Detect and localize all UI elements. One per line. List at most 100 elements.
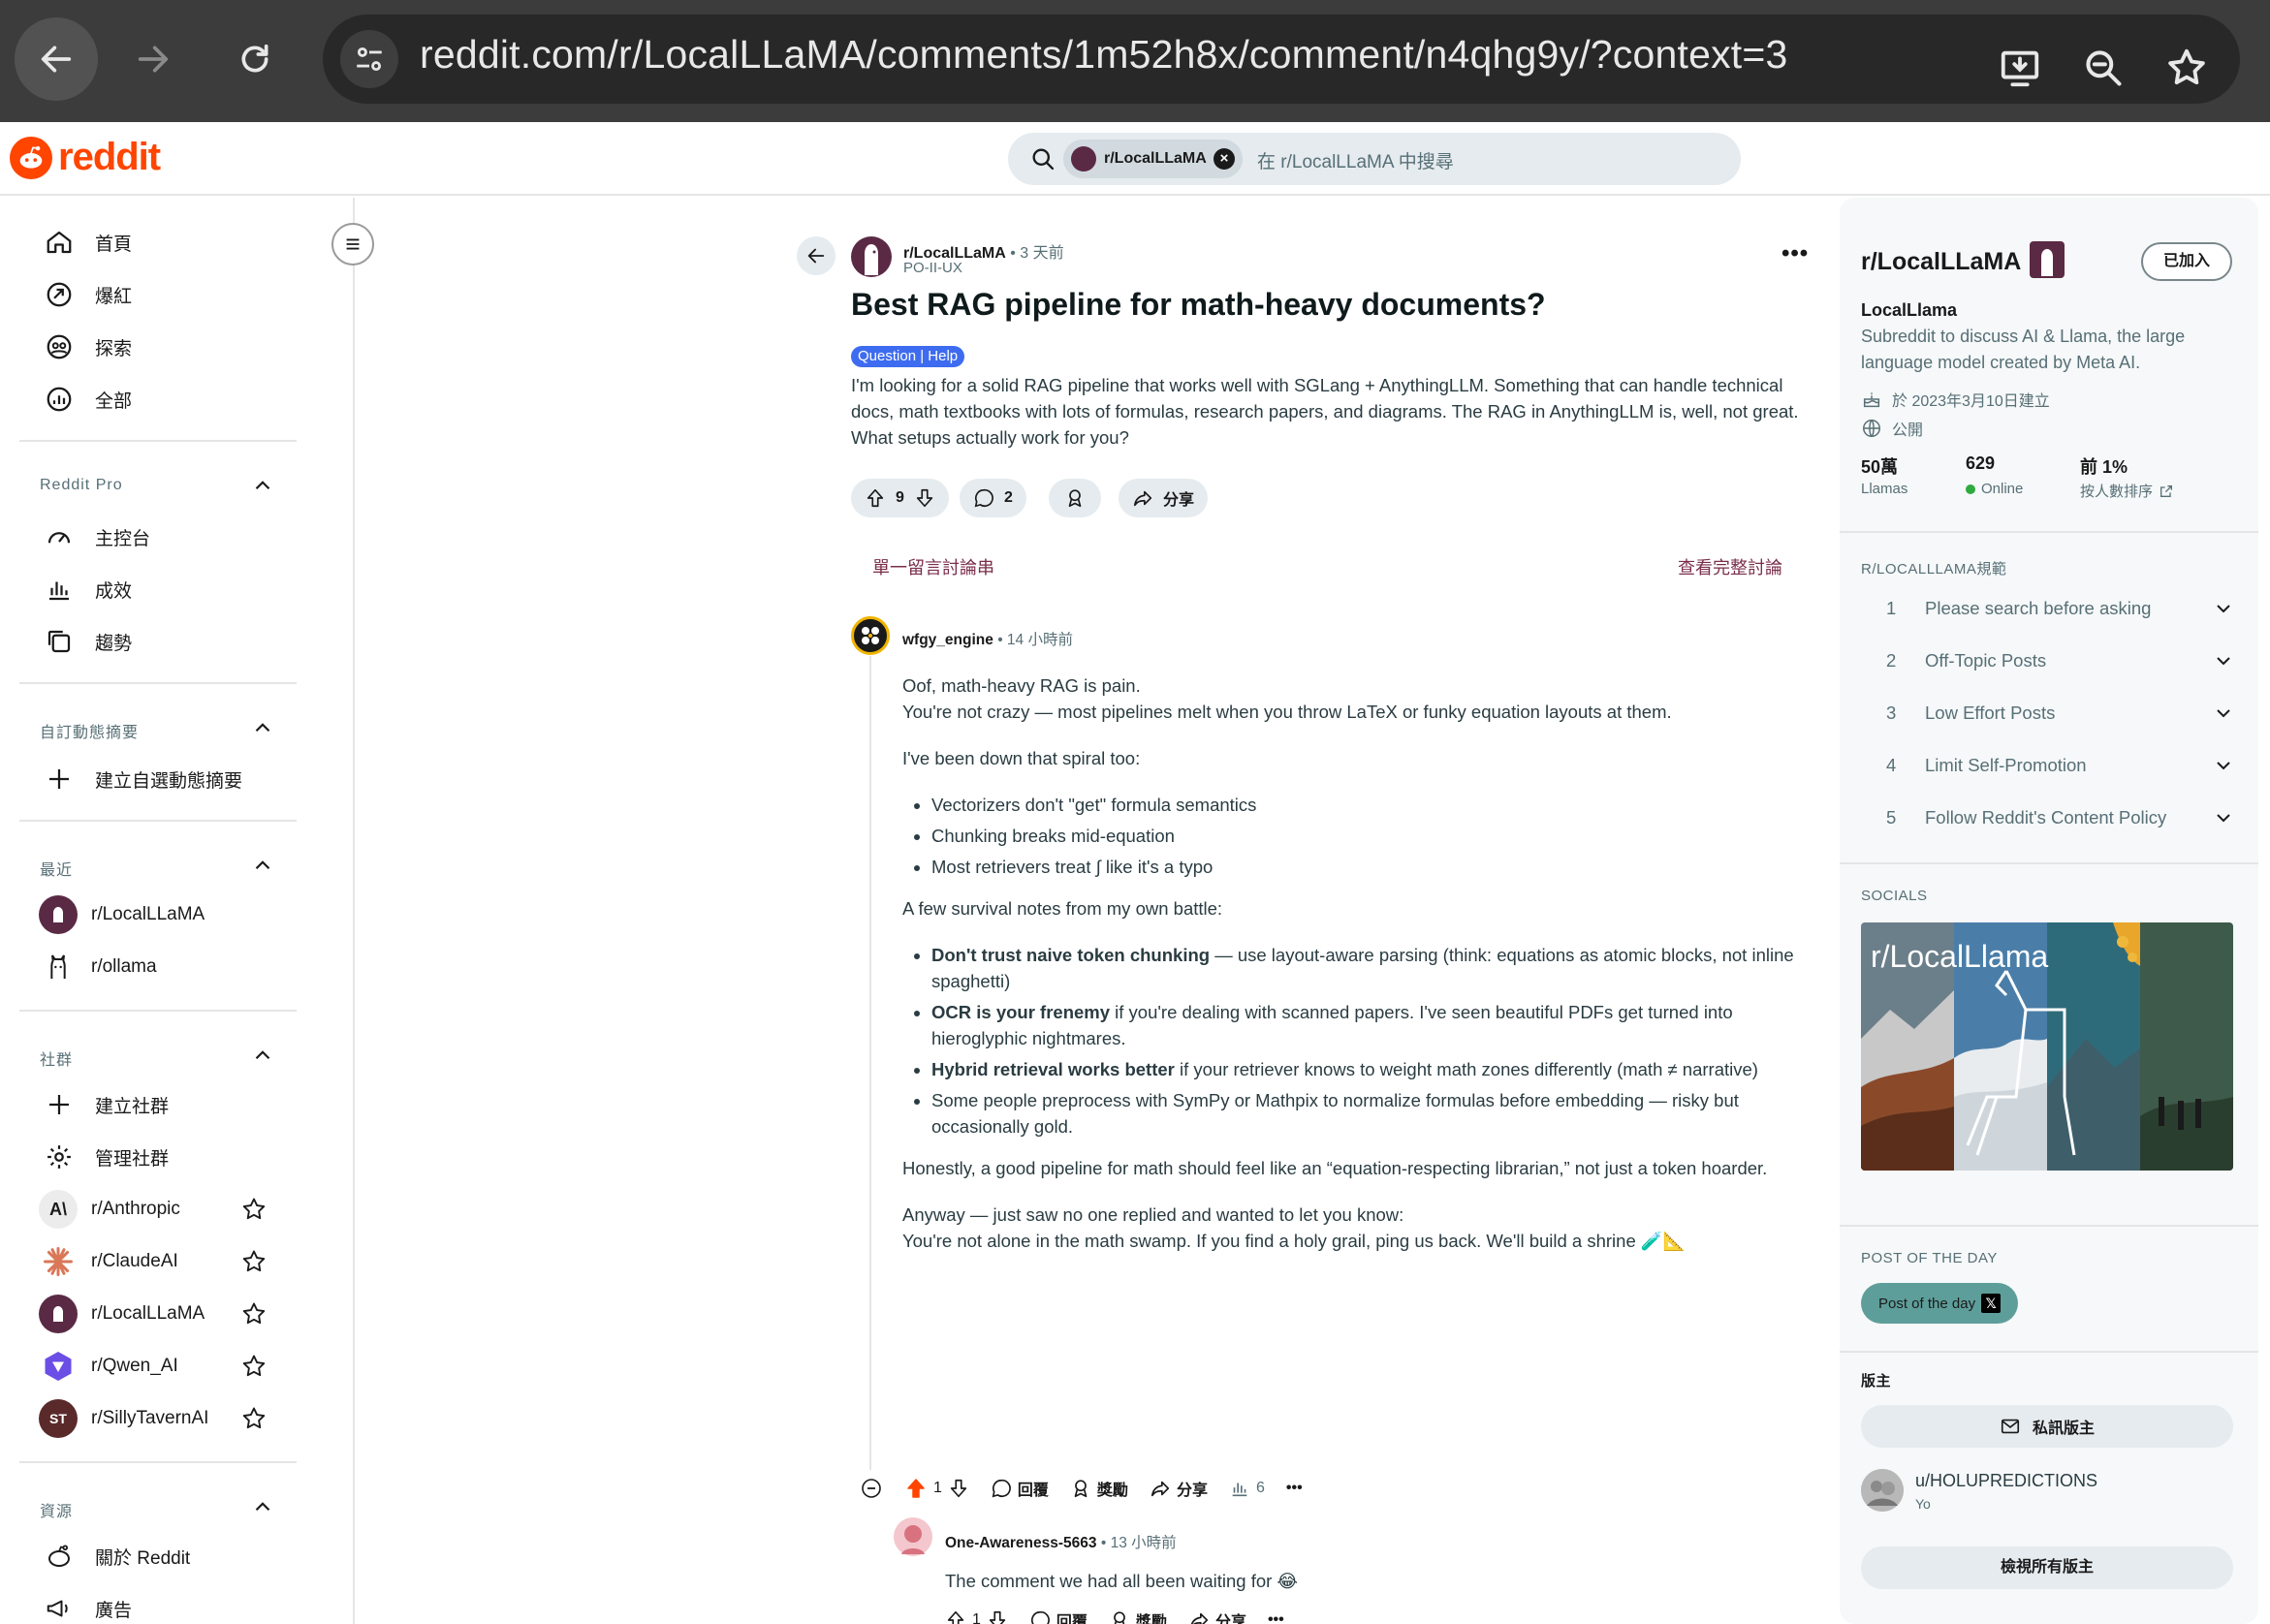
nav-home[interactable]: 首頁 — [43, 223, 132, 262]
chevron-up-icon[interactable] — [250, 1494, 275, 1519]
chevron-up-icon[interactable] — [250, 715, 275, 740]
reply-body: The comment we had all been waiting for … — [945, 1571, 1299, 1591]
star-icon[interactable] — [240, 1248, 268, 1275]
search-bar[interactable]: r/LocalLLaMA × 在 r/LocalLLaMA 中搜尋 — [1008, 133, 1741, 185]
rule-item[interactable]: 1 Please search before asking — [1886, 589, 2235, 628]
moderator-avatar[interactable] — [1861, 1469, 1904, 1512]
rule-item[interactable]: 5 Follow Reddit's Content Policy — [1886, 798, 2235, 837]
downvote-icon[interactable] — [987, 1609, 1008, 1624]
socials-banner-image[interactable]: r/LocalLlama — [1861, 922, 2233, 1171]
snoo-icon — [10, 136, 52, 179]
zoom-button[interactable] — [2079, 44, 2128, 92]
rule-item[interactable]: 2 Off-Topic Posts — [1886, 641, 2235, 680]
chevron-up-icon[interactable] — [250, 853, 275, 878]
reply-award-button[interactable]: 獎勵 — [1109, 1608, 1167, 1624]
bookmark-button[interactable] — [2162, 44, 2211, 92]
nav-performance[interactable]: 成效 — [43, 570, 132, 609]
collapse-thread-icon[interactable] — [860, 1477, 883, 1500]
upvote-filled-icon[interactable] — [904, 1477, 928, 1500]
reddit-logo[interactable]: reddit — [10, 136, 161, 179]
comment-award-button[interactable]: 獎勵 — [1070, 1477, 1128, 1500]
browser-back-button[interactable] — [15, 17, 98, 101]
single-thread-link[interactable]: 單一留言討論串 — [872, 554, 994, 579]
post-share-button[interactable]: 分享 — [1119, 479, 1209, 517]
rule-item[interactable]: 3 Low Effort Posts — [1886, 694, 2235, 733]
nav-all[interactable]: 全部 — [43, 380, 132, 419]
star-icon[interactable] — [240, 1196, 268, 1223]
nav-trends[interactable]: 趨勢 — [43, 622, 132, 661]
joined-button[interactable]: 已加入 — [2141, 242, 2232, 281]
chevron-up-icon[interactable] — [250, 1043, 275, 1068]
subreddit-avatar[interactable] — [851, 236, 892, 277]
back-button[interactable] — [797, 236, 835, 275]
collapse-sidebar-button[interactable] — [331, 223, 374, 265]
browser-forward-button[interactable] — [111, 17, 195, 101]
nav-dashboard[interactable]: 主控台 — [43, 517, 150, 556]
chevron-up-icon[interactable] — [250, 473, 275, 498]
section-title-recent: 最近 — [40, 862, 74, 879]
search-scope-chip[interactable]: r/LocalLLaMA × — [1063, 140, 1243, 178]
community-localllama[interactable]: r/LocalLLaMA — [39, 1295, 205, 1333]
create-community[interactable]: 建立社群 — [43, 1085, 169, 1124]
community-sillytavernai[interactable]: ST r/SillyTavernAI — [39, 1399, 208, 1438]
comment-insights-button[interactable]: 6 — [1229, 1478, 1265, 1499]
site-info-button[interactable] — [340, 30, 398, 88]
search-icon — [1032, 148, 1055, 171]
downvote-icon[interactable] — [948, 1478, 969, 1499]
thread-line[interactable] — [869, 656, 871, 1470]
upvote-icon[interactable] — [865, 487, 886, 509]
post-more-button[interactable]: ••• — [1781, 240, 1809, 267]
downvote-icon[interactable] — [914, 487, 935, 509]
reply-share-button[interactable]: 分享 — [1188, 1608, 1246, 1624]
community-anthropic[interactable]: A\ r/Anthropic — [39, 1190, 180, 1229]
install-icon — [2001, 50, 2039, 87]
rank-label[interactable]: 按人數排序 — [2080, 481, 2174, 501]
manage-communities[interactable]: 管理社群 — [43, 1138, 169, 1176]
view-all-moderators-button[interactable]: 檢視所有版主 — [1861, 1546, 2233, 1589]
created-date: 於 2023年3月10日建立 — [1861, 388, 2050, 411]
nav-label: 關於 Reddit — [95, 1547, 191, 1569]
post-of-the-day-button[interactable]: Post of the day 𝕏 — [1861, 1283, 2019, 1324]
clear-scope-icon[interactable]: × — [1214, 148, 1235, 170]
star-icon[interactable] — [240, 1300, 268, 1327]
nav-popular[interactable]: 爆紅 — [43, 275, 132, 314]
upvote-icon[interactable] — [945, 1609, 966, 1624]
install-app-button[interactable] — [1996, 44, 2044, 92]
arrow-left-icon — [41, 46, 72, 73]
nav-advertise[interactable]: 廣告 — [43, 1589, 132, 1624]
commenter-avatar[interactable] — [851, 616, 890, 655]
nav-label: 趨勢 — [95, 633, 133, 654]
community-claudeai[interactable]: r/ClaudeAI — [39, 1242, 178, 1281]
create-custom-feed[interactable]: 建立自選動態摘要 — [43, 760, 242, 798]
post-comments-button[interactable]: 2 — [960, 479, 1026, 517]
recent-item-ollama[interactable]: r/ollama — [39, 948, 157, 986]
message-mods-button[interactable]: 私訊版主 — [1861, 1405, 2233, 1448]
nav-explore[interactable]: 探索 — [43, 328, 132, 366]
browser-reload-button[interactable] — [213, 17, 297, 101]
reply-author[interactable]: One-Awareness-5663 — [945, 1535, 1097, 1551]
reply-avatar[interactable] — [894, 1517, 932, 1556]
reply-reply-button[interactable]: 回覆 — [1029, 1608, 1088, 1624]
comment-reply-button[interactable]: 回覆 — [991, 1477, 1049, 1500]
moderator-name[interactable]: u/HOLUPREDICTIONS — [1915, 1471, 2097, 1491]
community-qwen-ai[interactable]: r/Qwen_AI — [39, 1347, 178, 1386]
star-icon[interactable] — [240, 1405, 268, 1432]
rule-item[interactable]: 4 Limit Self-Promotion — [1886, 746, 2235, 785]
reply-more-button[interactable]: ••• — [1268, 1611, 1284, 1624]
post-award-button[interactable] — [1049, 479, 1101, 517]
comment-more-button[interactable]: ••• — [1286, 1480, 1303, 1497]
search-input[interactable]: 在 r/LocalLLaMA 中搜尋 — [1257, 147, 1454, 173]
comment-author[interactable]: wfgy_engine — [902, 632, 993, 648]
comment-share-button[interactable]: 分享 — [1150, 1477, 1208, 1500]
view-all-comments-link[interactable]: 查看完整討論 — [1678, 554, 1782, 579]
reply-label: 回覆 — [1056, 1614, 1088, 1624]
nav-about-reddit[interactable]: 關於 Reddit — [43, 1537, 190, 1576]
url-text[interactable]: reddit.com/r/LocalLLaMA/comments/1m52h8x… — [420, 32, 1788, 78]
recent-item-localllama[interactable]: r/LocalLLaMA — [39, 895, 205, 934]
address-bar[interactable]: reddit.com/r/LocalLLaMA/comments/1m52h8x… — [323, 15, 2240, 104]
post-author[interactable]: PO-II-UX — [903, 260, 962, 276]
star-icon[interactable] — [240, 1353, 268, 1380]
subreddit-avatar — [1071, 146, 1096, 172]
community-title[interactable]: r/LocalLLaMA — [1861, 248, 2021, 276]
post-flair[interactable]: Question | Help — [851, 346, 965, 367]
